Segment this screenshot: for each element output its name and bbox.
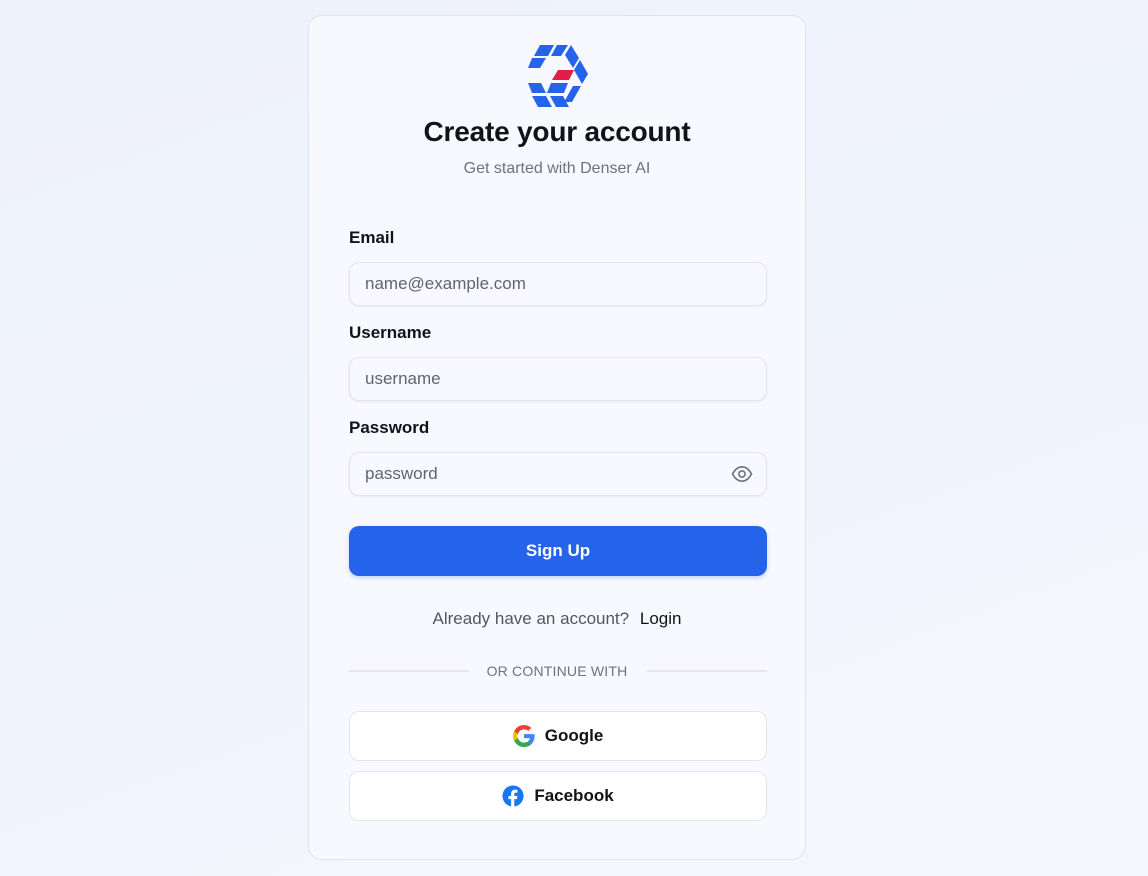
email-input[interactable] <box>349 262 767 306</box>
divider-line-right <box>647 670 767 672</box>
login-link[interactable]: Login <box>640 609 682 628</box>
google-icon <box>512 725 535 747</box>
username-input[interactable] <box>349 357 767 401</box>
eye-icon[interactable] <box>731 465 753 483</box>
denser-logo-icon <box>528 45 588 107</box>
facebook-button-label: Facebook <box>534 786 614 805</box>
page-subtitle: Get started with Denser AI <box>463 160 651 177</box>
login-prompt-text: Already have an account? <box>432 609 630 628</box>
username-label: Username <box>349 323 432 342</box>
facebook-button[interactable]: Facebook <box>349 771 767 821</box>
google-button[interactable]: Google <box>349 711 767 761</box>
login-prompt: Already have an account? Login <box>309 609 805 629</box>
page-title: Create your account <box>423 116 691 147</box>
google-button-label: Google <box>544 726 604 745</box>
password-label: Password <box>349 418 430 437</box>
facebook-icon <box>502 785 524 807</box>
sign-up-button[interactable]: Sign Up <box>349 526 767 576</box>
password-input[interactable] <box>349 452 767 496</box>
page-background: Create your account Get started with Den… <box>0 0 1148 876</box>
email-label: Email <box>349 228 395 247</box>
signup-card: Create your account Get started with Den… <box>308 15 806 860</box>
